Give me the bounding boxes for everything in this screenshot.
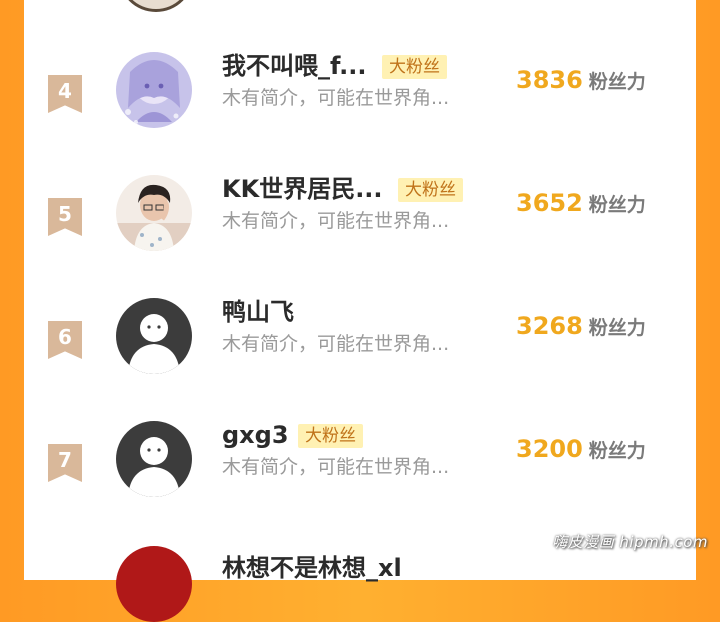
list-item[interactable]: 6 鸭山飞 木有简介，可能在世界角... 3268 粉丝力 bbox=[0, 298, 720, 421]
avatar[interactable] bbox=[116, 52, 192, 128]
anime-girl-avatar-icon bbox=[116, 52, 192, 128]
fan-score: 3836 粉丝力 bbox=[516, 65, 646, 98]
boy-photo-avatar-icon bbox=[116, 175, 192, 251]
rank-ribbon-icon: 5 bbox=[48, 198, 82, 236]
fan-level-badge: 大粉丝 bbox=[298, 424, 363, 448]
user-bio: 木有简介，可能在世界角... bbox=[222, 456, 450, 478]
fan-score: 3268 粉丝力 bbox=[516, 311, 646, 344]
list-item[interactable]: 5 KK世界居民... 大粉丝 木有简介，可能在世界角... 3652 粉丝力 bbox=[0, 175, 720, 298]
fan-score: 3200 粉丝力 bbox=[516, 434, 646, 467]
fan-level-badge: 大粉丝 bbox=[398, 178, 463, 202]
user-name[interactable]: gxg3 bbox=[222, 420, 289, 450]
user-bio: 木有简介，可能在世界角... bbox=[222, 87, 450, 109]
default-avatar-icon bbox=[116, 298, 192, 374]
site-watermark: 嗨皮漫画 hipmh.com bbox=[552, 533, 708, 551]
fan-score-label: 粉丝力 bbox=[588, 317, 646, 339]
rank-ribbon-icon: 7 bbox=[48, 444, 82, 482]
fan-score-value: 3200 bbox=[516, 435, 583, 463]
fan-score-label: 粉丝力 bbox=[588, 71, 646, 93]
fan-level-badge: 大粉丝 bbox=[382, 55, 447, 79]
user-name[interactable]: 我不叫喂_f... bbox=[222, 51, 366, 81]
fan-score-value: 3836 bbox=[516, 66, 583, 94]
fan-score: 3652 粉丝力 bbox=[516, 188, 646, 221]
user-bio: 木有简介，可能在世界角... bbox=[222, 210, 450, 232]
fan-score-label: 粉丝力 bbox=[588, 194, 646, 216]
avatar[interactable] bbox=[116, 175, 192, 251]
avatar[interactable] bbox=[116, 421, 192, 497]
list-item[interactable]: 7 gxg3 大粉丝 木有简介，可能在世界角... 3200 粉丝力 bbox=[0, 421, 720, 544]
rank-ribbon-icon: 6 bbox=[48, 321, 82, 359]
fan-score-label: 粉丝力 bbox=[588, 440, 646, 462]
rank-ribbon-icon: 4 bbox=[48, 75, 82, 113]
avatar-partial-bottom[interactable] bbox=[116, 546, 192, 622]
fan-score-value: 3652 bbox=[516, 189, 583, 217]
user-name-partial[interactable]: 林想不是林想_xl bbox=[222, 548, 402, 583]
user-bio: 木有简介，可能在世界角... bbox=[222, 333, 450, 355]
user-name[interactable]: 鸭山飞 bbox=[222, 297, 294, 327]
user-name[interactable]: KK世界居民... bbox=[222, 174, 383, 204]
list-item[interactable]: 4 我不叫喂_f... 大粉丝 木有简介，可能在世界角... 3836 粉丝力 bbox=[0, 52, 720, 175]
default-avatar-icon bbox=[116, 421, 192, 497]
fan-score-value: 3268 bbox=[516, 312, 583, 340]
avatar[interactable] bbox=[116, 298, 192, 374]
